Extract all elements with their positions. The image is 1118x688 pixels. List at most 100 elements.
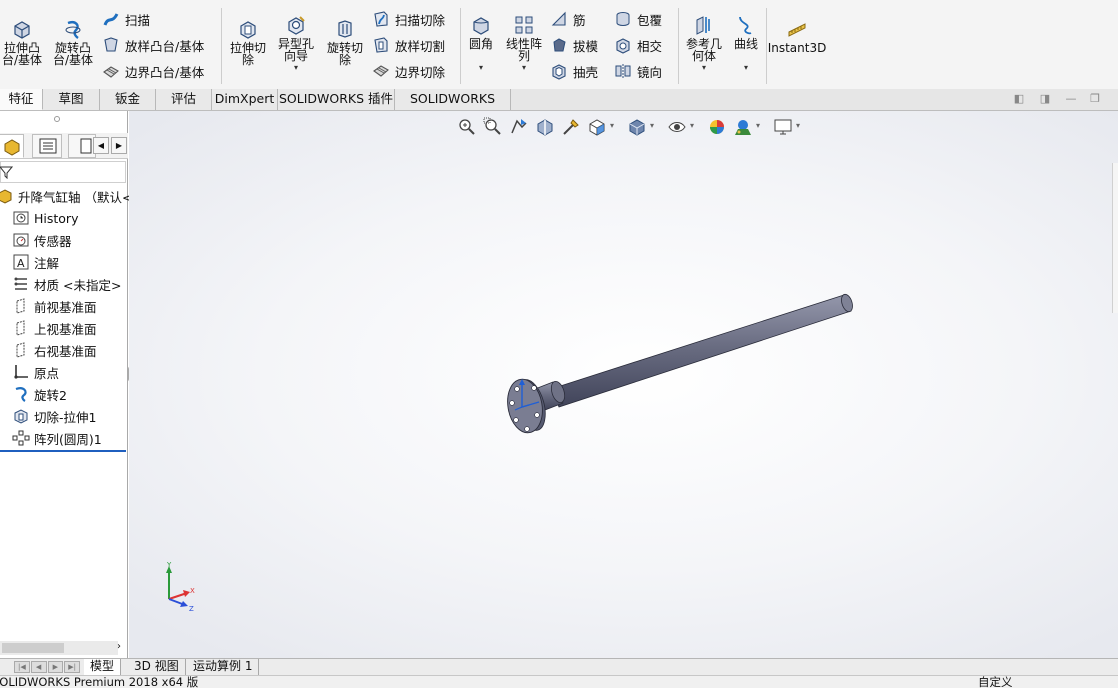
tree-item-origin[interactable]: 原点 [12, 362, 59, 382]
previous-window-icon[interactable]: ◧ [1012, 93, 1026, 106]
feature-manager-tab[interactable] [0, 134, 24, 158]
next-tab-icon[interactable]: ▶ [47, 661, 64, 673]
shell-button[interactable]: 抽壳 [550, 61, 598, 81]
hide-show-items-icon[interactable] [667, 117, 687, 137]
revolve-cut-button[interactable]: 旋转切除 [322, 18, 368, 66]
rollback-bar[interactable] [0, 450, 126, 452]
tab-sketch[interactable]: 草图 [43, 89, 100, 110]
linear-pattern-icon [515, 16, 533, 34]
minimize-icon[interactable]: — [1064, 93, 1078, 106]
tree-item-material[interactable]: 材质 <未指定> [12, 274, 121, 294]
apply-scene-icon[interactable] [733, 117, 753, 137]
previous-view-icon[interactable] [509, 117, 529, 137]
tab-scroll-left-icon[interactable]: ◀ [93, 137, 109, 154]
fillet-button[interactable]: 圆角 ▾ [464, 14, 498, 74]
tree-item-cut-extrude1[interactable]: 切除-拉伸1 [12, 406, 96, 426]
tab-features[interactable]: 特征 [0, 89, 43, 110]
tab-solidworks-mbd[interactable]: SOLIDWORKS MBD [395, 89, 511, 126]
rib-icon [551, 11, 566, 26]
boundary-boss-button[interactable]: 边界凸台/基体 [102, 61, 204, 81]
tab-scroll-right-icon[interactable]: ▶ [111, 137, 127, 154]
plane-icon [16, 320, 25, 336]
tree-item-history[interactable]: History [12, 208, 78, 228]
scroll-right-icon[interactable]: › [117, 641, 121, 652]
tree-item-revolve2[interactable]: 旋转2 [12, 384, 67, 404]
revolve-boss-button[interactable]: 旋转凸台/基体 [50, 18, 96, 66]
hide-show-dropdown-icon[interactable]: ▾ [690, 121, 694, 130]
section-view-icon[interactable] [535, 117, 555, 137]
mirror-button[interactable]: 镜向 [614, 61, 662, 81]
view-settings-icon[interactable] [773, 117, 793, 137]
status-units-custom[interactable]: 自定义 [978, 676, 1013, 688]
tree-item-front-plane[interactable]: 前视基准面 [12, 296, 97, 316]
tab-dimxpert[interactable]: DimXpert [212, 89, 278, 110]
property-manager-tab[interactable] [32, 134, 62, 158]
tab-evaluate[interactable]: 评估 [156, 89, 212, 110]
loft-boss-button[interactable]: 放样凸台/基体 [102, 35, 204, 55]
tree-item-annotations[interactable]: A 注解 [12, 252, 59, 272]
view-orientation-dropdown-icon[interactable]: ▾ [610, 121, 614, 130]
last-tab-icon[interactable]: ▶| [64, 661, 80, 673]
rib-button[interactable]: 筋 [550, 9, 586, 29]
hole-wizard-label: 异型孔向导 [277, 37, 314, 63]
reference-geometry-dropdown-icon[interactable]: ▾ [702, 62, 706, 74]
lofted-cut-button[interactable]: 放样切割 [372, 35, 445, 55]
part-model[interactable] [489, 281, 859, 441]
tab-solidworks-addins[interactable]: SOLIDWORKS 插件 [278, 89, 395, 110]
filter-box[interactable] [0, 161, 126, 183]
task-pane-strip[interactable] [1112, 163, 1118, 313]
hole-wizard-button[interactable]: 异型孔向导 ▾ [274, 14, 318, 74]
zoom-to-fit-icon[interactable] [457, 117, 477, 137]
boundary-cut-button[interactable]: 边界切除 [372, 61, 445, 81]
intersect-button[interactable]: 相交 [614, 35, 662, 55]
tree-item-sensors[interactable]: 传感器 [12, 230, 72, 250]
apply-scene-dropdown-icon[interactable]: ▾ [756, 121, 760, 130]
fillet-dropdown-icon[interactable]: ▾ [479, 62, 483, 74]
shaft[interactable] [550, 293, 855, 408]
wrap-button[interactable]: 包覆 [614, 9, 662, 29]
configuration-manager-tab[interactable] [68, 134, 96, 158]
first-tab-icon[interactable]: |◀ [14, 661, 30, 673]
display-style-dropdown-icon[interactable]: ▾ [650, 121, 654, 130]
restore-icon[interactable]: ❐ [1088, 93, 1102, 106]
edit-appearance-icon[interactable] [707, 117, 727, 137]
extrude-boss-button[interactable]: 拉伸凸台/基体 [0, 18, 44, 66]
sweep-button[interactable]: 扫描 [102, 9, 150, 29]
reference-geometry-button[interactable]: 参考几何体 ▾ [682, 14, 726, 74]
linear-pattern-dropdown-icon[interactable]: ▾ [522, 62, 526, 74]
panel-grip-icon[interactable] [54, 116, 60, 122]
tab-3d-view[interactable]: 3D 视图 [128, 659, 186, 675]
property-manager-icon [39, 138, 57, 154]
tab-sheet-metal[interactable]: 钣金 [100, 89, 156, 110]
view-settings-dropdown-icon[interactable]: ▾ [796, 121, 800, 130]
triad-z-label: Z [189, 605, 194, 613]
draft-button[interactable]: 拔模 [550, 35, 598, 55]
horizontal-scrollbar[interactable] [0, 641, 118, 655]
graphics-area[interactable]: ▾ ▾ ▾ ▾ ▾ Y X Z [129, 111, 1118, 658]
view-orientation-icon[interactable] [587, 117, 607, 137]
tree-item-top-plane[interactable]: 上视基准面 [12, 318, 97, 338]
extrude-cut-button[interactable]: 拉伸切除 [226, 18, 270, 66]
tree-root-part[interactable]: 升降气缸轴 （默认<< [0, 186, 143, 206]
tab-model[interactable]: 模型 [84, 659, 122, 675]
tab-motion-study[interactable]: 运动算例 1 [187, 659, 260, 675]
curves-dropdown-icon[interactable]: ▾ [744, 62, 748, 74]
revolve-cut-label: 旋转切除 [326, 41, 363, 67]
previous-tab-icon[interactable]: ◀ [30, 661, 47, 673]
tree-item-label: 上视基准面 [34, 321, 97, 337]
tree-item-circular-pattern1[interactable]: 阵列(圆周)1 [12, 428, 102, 448]
curves-button[interactable]: 曲线 ▾ [730, 14, 762, 74]
tree-item-right-plane[interactable]: 右视基准面 [12, 340, 97, 360]
boundary-boss-label: 边界凸台/基体 [125, 64, 205, 80]
extrude-cut-label: 拉伸切除 [229, 41, 266, 67]
history-icon [13, 211, 29, 225]
dynamic-annotation-icon[interactable] [561, 117, 581, 137]
linear-pattern-button[interactable]: 线性阵列 ▾ [502, 14, 546, 74]
swept-cut-button[interactable]: 扫描切除 [372, 9, 445, 29]
instant3d-button[interactable]: Instant3D [768, 18, 826, 54]
scrollbar-thumb[interactable] [2, 643, 64, 653]
display-style-icon[interactable] [627, 117, 647, 137]
next-window-icon[interactable]: ◨ [1038, 93, 1052, 106]
hole-wizard-dropdown-icon[interactable]: ▾ [294, 62, 298, 74]
zoom-to-area-icon[interactable] [483, 117, 503, 137]
